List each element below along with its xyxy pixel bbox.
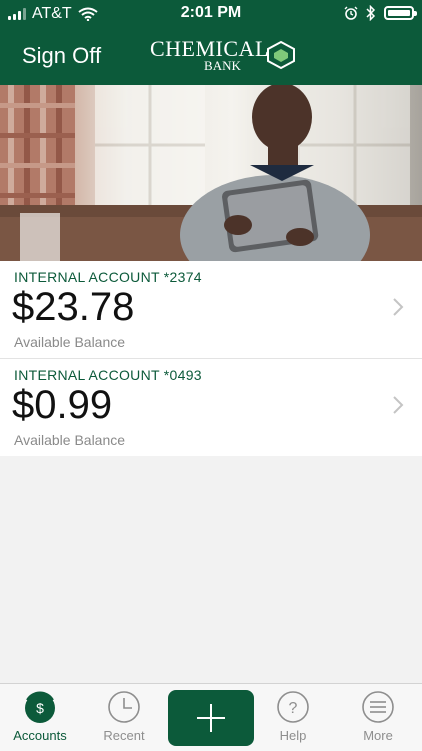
account-balance: $0.99 <box>12 383 113 427</box>
account-name: INTERNAL ACCOUNT *2374 <box>14 269 202 285</box>
tab-label: Accounts <box>13 728 67 743</box>
logo-line1: CHEMICAL <box>150 36 269 61</box>
status-right <box>344 5 417 21</box>
status-bar: AT&T 2:01 PM <box>0 0 422 28</box>
battery-icon <box>384 6 417 20</box>
plus-icon <box>197 704 225 732</box>
accounts-list: INTERNAL ACCOUNT *2374 $23.78 Available … <box>0 261 422 456</box>
tab-accounts[interactable]: $ Accounts <box>0 684 80 751</box>
tab-bar: $ Accounts Recent ? Help More <box>0 683 422 751</box>
account-row[interactable]: INTERNAL ACCOUNT *2374 $23.78 Available … <box>0 261 422 359</box>
tab-label: Help <box>279 728 307 743</box>
tab-label: Recent <box>103 728 145 743</box>
chevron-right-icon <box>393 298 404 316</box>
svg-text:$: $ <box>36 700 44 716</box>
tab-help[interactable]: ? Help <box>253 684 333 751</box>
account-balance: $23.78 <box>12 285 135 329</box>
tab-more[interactable]: More <box>338 684 418 751</box>
sign-off-button[interactable]: Sign Off <box>22 43 101 69</box>
available-balance-label: Available Balance <box>14 334 126 350</box>
hero-illustration <box>0 85 422 261</box>
bluetooth-icon <box>366 5 376 21</box>
alarm-icon <box>344 6 358 20</box>
clock-icon <box>108 691 140 723</box>
account-name: INTERNAL ACCOUNT *0493 <box>14 367 202 383</box>
logo-mark-icon <box>267 40 295 70</box>
tab-label: More <box>363 728 393 743</box>
menu-icon <box>362 691 394 723</box>
dollar-icon: $ <box>25 691 55 723</box>
svg-text:?: ? <box>289 700 298 717</box>
chemical-bank-logo: CHEMICAL BANK <box>150 36 295 74</box>
account-row[interactable]: INTERNAL ACCOUNT *0493 $0.99 Available B… <box>0 359 422 456</box>
add-button[interactable] <box>168 690 254 746</box>
chevron-right-icon <box>393 396 404 414</box>
hero-image <box>0 85 422 261</box>
app-header: Sign Off CHEMICAL BANK <box>0 28 422 85</box>
question-icon: ? <box>277 691 309 723</box>
tab-recent[interactable]: Recent <box>84 684 164 751</box>
available-balance-label: Available Balance <box>14 432 126 448</box>
